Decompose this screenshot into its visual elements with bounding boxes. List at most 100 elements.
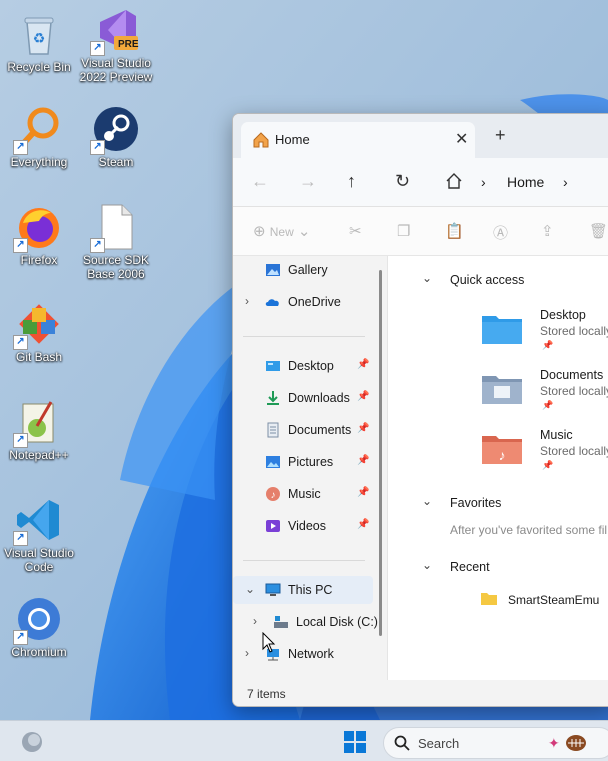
chevron-right-icon[interactable]: › bbox=[245, 294, 249, 308]
desktop-icon-notepad-plus-plus[interactable]: ↗ Notepad++ bbox=[0, 398, 81, 462]
desktop-icon-git-bash[interactable]: ↗ Git Bash bbox=[0, 300, 81, 364]
pin-icon: 📌 bbox=[357, 359, 370, 370]
pin-icon: 📌 bbox=[357, 455, 370, 466]
desktop-icon-label: Visual Studio Code bbox=[4, 546, 74, 574]
gallery-icon bbox=[266, 264, 280, 276]
folder-icon bbox=[481, 593, 497, 605]
chevron-right-icon[interactable]: › bbox=[253, 614, 257, 628]
cut-icon[interactable]: ✂ bbox=[349, 222, 362, 240]
chevron-right-icon[interactable]: › bbox=[563, 174, 568, 190]
taskbar-search-box[interactable]: Search ✦ bbox=[383, 727, 608, 759]
shortcut-arrow-icon: ↗ bbox=[13, 630, 28, 645]
documents-folder-icon bbox=[482, 376, 522, 404]
desktop-icon-label: Recycle Bin bbox=[7, 60, 71, 74]
back-button[interactable]: ← bbox=[251, 171, 269, 192]
nav-item-network[interactable]: › Network bbox=[233, 640, 373, 668]
up-button[interactable]: ↑ bbox=[347, 171, 356, 192]
delete-icon[interactable]: 🗑 bbox=[589, 222, 608, 240]
search-icon bbox=[394, 735, 410, 751]
chevron-down-icon[interactable]: ⌄ bbox=[245, 582, 255, 596]
search-highlight-icon: ✦ bbox=[548, 735, 586, 751]
nav-item-documents[interactable]: Documents 📌 bbox=[233, 416, 373, 444]
file-explorer-window[interactable]: Home ✕ + ← → ↑ ↻ › Home › ⊕ New ⌄ ✂ ❐ 📋 … bbox=[232, 113, 608, 707]
desktop-icon-source-sdk[interactable]: ↗ Source SDK Base 2006 bbox=[74, 203, 158, 281]
rename-icon[interactable]: Ⓐ bbox=[493, 222, 508, 243]
breadcrumb-home[interactable]: Home bbox=[507, 174, 544, 190]
svg-text:✦: ✦ bbox=[548, 735, 560, 751]
nav-item-this-pc[interactable]: ⌄ This PC bbox=[233, 576, 373, 604]
desktop-icon-chromium[interactable]: ↗ Chromium bbox=[0, 595, 81, 659]
svg-text:♪: ♪ bbox=[271, 490, 276, 501]
share-icon[interactable]: ⇪ bbox=[541, 222, 554, 240]
paste-icon[interactable]: 📋 bbox=[445, 222, 464, 240]
svg-text:♻: ♻ bbox=[33, 30, 46, 46]
section-header[interactable]: Quick access bbox=[450, 273, 524, 287]
nav-item-desktop[interactable]: Desktop 📌 bbox=[233, 352, 373, 380]
copy-icon[interactable]: ❐ bbox=[397, 222, 410, 240]
tab-home[interactable]: Home ✕ bbox=[241, 122, 475, 158]
pin-icon: 📌 bbox=[542, 460, 554, 470]
documents-icon bbox=[267, 422, 279, 438]
shortcut-arrow-icon: ↗ bbox=[90, 238, 105, 253]
new-tab-button[interactable]: + bbox=[495, 125, 506, 146]
shortcut-arrow-icon: ↗ bbox=[13, 531, 28, 546]
desktop-icon-label: Everything bbox=[10, 155, 68, 169]
home-icon bbox=[253, 132, 269, 148]
navigation-scrollbar[interactable] bbox=[379, 270, 382, 636]
desktop-icon-label: Source SDK Base 2006 bbox=[82, 253, 150, 281]
recent-item[interactable]: SmartSteamEmu bbox=[480, 590, 608, 610]
shortcut-arrow-icon: ↗ bbox=[13, 433, 28, 448]
nav-item-local-disk[interactable]: › Local Disk (C:) bbox=[233, 608, 378, 636]
svg-text:♪: ♪ bbox=[499, 447, 506, 463]
quick-access-item[interactable]: ♪ Music Stored locally 📌 bbox=[480, 428, 608, 478]
desktop-icon-label: Notepad++ bbox=[9, 448, 69, 462]
section-header[interactable]: Favorites bbox=[450, 496, 501, 510]
music-folder-icon: ♪ bbox=[482, 436, 522, 464]
onedrive-icon bbox=[265, 299, 279, 306]
drive-icon bbox=[274, 616, 288, 628]
divider bbox=[243, 560, 365, 561]
explorer-nav-bar: ← → ↑ ↻ › Home › bbox=[233, 158, 608, 207]
nav-item-pictures[interactable]: Pictures 📌 bbox=[233, 448, 373, 476]
desktop-icon-recycle-bin[interactable]: ♻ Recycle Bin bbox=[0, 10, 81, 74]
new-button[interactable]: ⊕ New ⌄ bbox=[253, 222, 311, 240]
chevron-down-icon[interactable]: ⌄ bbox=[422, 271, 432, 285]
quick-access-item[interactable]: Desktop Stored locally 📌 bbox=[480, 308, 608, 358]
desktop-icon-vscode[interactable]: ↗ Visual Studio Code bbox=[0, 496, 81, 574]
shortcut-arrow-icon: ↗ bbox=[90, 41, 105, 56]
shortcut-arrow-icon: ↗ bbox=[13, 335, 28, 350]
nav-item-music[interactable]: ♪ Music 📌 bbox=[233, 480, 373, 508]
refresh-button[interactable]: ↻ bbox=[395, 171, 410, 192]
pin-icon: 📌 bbox=[357, 519, 370, 530]
pin-icon: 📌 bbox=[357, 487, 370, 498]
home-icon bbox=[446, 173, 462, 189]
divider bbox=[243, 336, 365, 337]
pictures-icon bbox=[266, 456, 280, 468]
recycle-bin-icon: ♻ bbox=[24, 17, 54, 55]
pin-icon: 📌 bbox=[357, 423, 370, 434]
desktop-icon-label: Firefox bbox=[20, 253, 58, 267]
nav-item-downloads[interactable]: Downloads 📌 bbox=[233, 384, 373, 412]
music-icon: ♪ bbox=[266, 487, 280, 501]
quick-access-item[interactable]: Documents Stored locally 📌 bbox=[480, 368, 608, 418]
section-header[interactable]: Recent bbox=[450, 560, 490, 574]
item-count: 7 items bbox=[247, 687, 286, 701]
chevron-down-icon[interactable]: ⌄ bbox=[422, 494, 432, 508]
start-button[interactable] bbox=[343, 730, 367, 754]
nav-item-gallery[interactable]: Gallery bbox=[233, 256, 373, 284]
chevron-right-icon[interactable]: › bbox=[245, 646, 249, 660]
close-tab-button[interactable]: ✕ bbox=[455, 129, 468, 149]
desktop-icon-everything[interactable]: ↗ Everything bbox=[0, 105, 81, 169]
chevron-down-icon[interactable]: ⌄ bbox=[422, 558, 432, 572]
forward-button[interactable]: → bbox=[299, 171, 317, 192]
explorer-tab-bar: Home ✕ + bbox=[233, 114, 608, 158]
address-bar[interactable]: › Home › bbox=[437, 166, 608, 198]
pin-icon: 📌 bbox=[357, 391, 370, 402]
desktop-icon-firefox[interactable]: ↗ Firefox bbox=[0, 203, 81, 267]
nav-item-videos[interactable]: Videos 📌 bbox=[233, 512, 373, 540]
desktop-icon-steam[interactable]: ↗ Steam bbox=[74, 105, 158, 169]
desktop-icon-visual-studio[interactable]: PRE ↗ Visual Studio 2022 Preview bbox=[74, 6, 158, 84]
nav-item-onedrive[interactable]: › OneDrive bbox=[233, 288, 373, 316]
widgets-icon[interactable] bbox=[19, 729, 45, 755]
shortcut-arrow-icon: ↗ bbox=[13, 238, 28, 253]
